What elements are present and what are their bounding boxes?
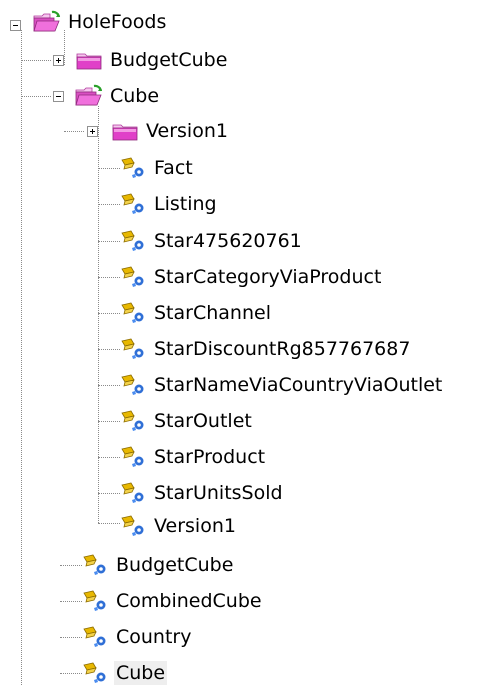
tree-connector-h: [21, 96, 51, 97]
expand-toggle-budgetcube[interactable]: [53, 55, 64, 66]
cube-class-icon: [118, 192, 148, 216]
tree-node-class[interactable]: StarDiscountRg857767687: [118, 331, 412, 367]
collapse-toggle-cube[interactable]: [53, 91, 64, 102]
tree-node-label: StarUnitsSold: [154, 482, 283, 504]
cube-class-icon: [118, 337, 148, 361]
cube-class-icon: [80, 553, 110, 577]
tree-node-class[interactable]: Version1: [118, 508, 238, 544]
tree-connector-h: [98, 349, 120, 350]
tree-node-label: StarNameViaCountryViaOutlet: [154, 374, 443, 396]
tree-connector-h: [98, 277, 120, 278]
tree-node-class[interactable]: BudgetCube: [80, 547, 235, 583]
tree-node-class[interactable]: Listing: [118, 186, 219, 222]
tree-node-budgetcube-folder[interactable]: BudgetCube: [74, 42, 229, 78]
tree-node-class[interactable]: StarChannel: [118, 295, 273, 331]
tree-connector-h: [98, 241, 120, 242]
tree-node-cube-folder[interactable]: Cube: [74, 78, 161, 114]
cube-class-icon: [80, 625, 110, 649]
tree-node-class[interactable]: Fact: [118, 150, 195, 186]
tree-node-label: StarOutlet: [154, 410, 252, 432]
tree-node-label: StarDiscountRg857767687: [154, 338, 411, 360]
cube-class-icon: [80, 589, 110, 613]
tree-connector-h: [64, 131, 84, 132]
folder-closed-icon: [110, 119, 140, 143]
cube-class-icon: [118, 481, 148, 505]
collapse-toggle-holefoods[interactable]: [10, 20, 21, 31]
tree-connector-h: [60, 601, 82, 602]
tree-node-class[interactable]: Country: [80, 619, 193, 655]
tree-node-class[interactable]: Star475620761: [118, 223, 304, 259]
tree-node-version1-folder[interactable]: Version1: [110, 113, 230, 149]
tree-connector-h: [60, 565, 82, 566]
cube-class-icon: [118, 445, 148, 469]
cube-class-icon: [118, 265, 148, 289]
cube-class-icon: [118, 373, 148, 397]
cube-class-icon: [80, 661, 110, 685]
cube-class-icon: [118, 514, 148, 538]
tree-node-label: HoleFoods: [68, 11, 167, 33]
tree-connector-h: [98, 313, 120, 314]
tree-node-class[interactable]: StarOutlet: [118, 403, 254, 439]
folder-closed-icon: [74, 48, 104, 72]
cube-class-icon: [118, 301, 148, 325]
cube-class-icon: [118, 156, 148, 180]
tree-node-label: StarProduct: [154, 446, 266, 468]
tree-node-class[interactable]: StarCategoryViaProduct: [118, 259, 383, 295]
tree-node-label: Version1: [146, 120, 228, 142]
tree-node-label: Version1: [154, 515, 236, 537]
tree-node-label: BudgetCube: [110, 49, 228, 71]
tree-connector-h: [98, 493, 120, 494]
tree-connector-h: [98, 385, 120, 386]
tree-connector-h: [98, 523, 120, 524]
tree-node-label: BudgetCube: [116, 554, 234, 576]
folder-open-icon: [74, 84, 104, 108]
tree-node-label: Country: [116, 626, 192, 648]
tree-node-class-selected[interactable]: Cube: [80, 655, 168, 691]
tree-node-label: Cube: [114, 661, 168, 685]
tree-connector-h: [98, 168, 120, 169]
tree-node-label: Cube: [110, 85, 160, 107]
expand-toggle-version1[interactable]: [87, 126, 98, 137]
cube-class-icon: [118, 409, 148, 433]
tree-node-label: StarChannel: [154, 302, 271, 324]
tree-node-label: Star475620761: [154, 230, 302, 252]
tree-node-class[interactable]: StarUnitsSold: [118, 475, 285, 511]
tree-node-class[interactable]: CombinedCube: [80, 583, 264, 619]
tree-node-label: Listing: [154, 193, 217, 215]
tree-connector-root: [21, 30, 22, 685]
cube-class-icon: [118, 229, 148, 253]
tree-node-class[interactable]: StarProduct: [118, 439, 267, 475]
tree-node-label: CombinedCube: [116, 590, 262, 612]
folder-open-icon: [32, 10, 62, 34]
class-tree-view: HoleFoods BudgetCube Cube Version1 Fact …: [0, 0, 485, 687]
tree-connector-h: [60, 673, 82, 674]
tree-node-label: StarCategoryViaProduct: [154, 266, 382, 288]
tree-connector-h: [98, 457, 120, 458]
tree-connector-h: [60, 637, 82, 638]
tree-node-class[interactable]: StarNameViaCountryViaOutlet: [118, 367, 444, 403]
tree-node-holefoods[interactable]: HoleFoods: [32, 4, 168, 40]
tree-node-label: Fact: [154, 157, 193, 179]
tree-connector-h: [98, 204, 120, 205]
tree-connector-h: [98, 421, 120, 422]
tree-connector-h: [21, 60, 51, 61]
